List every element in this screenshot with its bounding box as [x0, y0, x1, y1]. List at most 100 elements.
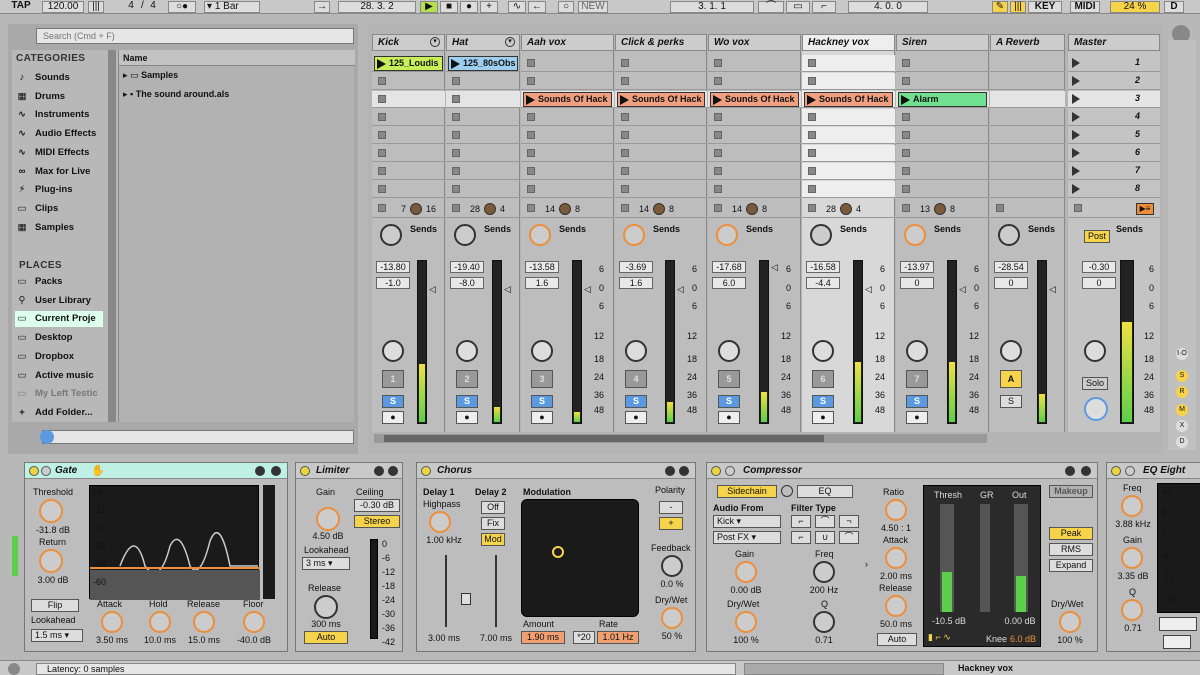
keys-icon[interactable]: ||| — [1010, 1, 1026, 13]
track-activator-button[interactable]: 3 — [531, 370, 553, 388]
lookahead-select[interactable]: 1.5 ms ▾ — [31, 629, 83, 642]
solo-button[interactable]: S — [456, 395, 478, 408]
clip-slot[interactable]: Sounds Of Hack — [615, 91, 707, 108]
solo-button[interactable]: S — [718, 395, 740, 408]
sidebar-item-samples[interactable]: ▦ Samples — [15, 220, 75, 236]
eq-display[interactable] — [1157, 483, 1200, 613]
scene-play-icon[interactable] — [1072, 166, 1080, 176]
pan-knob[interactable] — [812, 340, 834, 362]
session-scrollbar[interactable] — [374, 434, 987, 443]
monitor-icon[interactable] — [746, 203, 758, 215]
clip-slot[interactable] — [802, 181, 895, 198]
clip-stop-button[interactable] — [714, 185, 722, 193]
stop-button[interactable] — [714, 204, 722, 212]
clip-slot[interactable] — [990, 145, 1065, 162]
clip-stop-button[interactable] — [902, 77, 910, 85]
sc-gain-knob[interactable] — [735, 561, 757, 583]
floor-value[interactable]: -40.0 dB — [231, 635, 277, 645]
freq-knob[interactable] — [1121, 495, 1143, 517]
arm-button[interactable]: ● — [531, 411, 553, 424]
thresh-value[interactable]: -10.5 dB — [924, 616, 974, 626]
clip-stop-button[interactable] — [808, 77, 816, 85]
clip-stop-button[interactable] — [808, 167, 816, 175]
hold-value[interactable]: 10.0 ms — [137, 635, 183, 645]
clip[interactable]: Sounds Of Hack — [617, 92, 705, 107]
clip-slot[interactable] — [372, 163, 445, 180]
pan-knob[interactable] — [906, 340, 928, 362]
sidebar-item-audio-effects[interactable]: ∿ Audio Effects — [15, 126, 96, 142]
clip-stop-button[interactable] — [621, 131, 629, 139]
clip-slot[interactable] — [990, 127, 1065, 144]
hot-swap-icon[interactable] — [1065, 466, 1075, 476]
clip-stop-button[interactable] — [378, 149, 386, 157]
freq-value[interactable]: 3.88 kHz — [1107, 519, 1159, 529]
follow-icon[interactable]: → — [314, 1, 330, 13]
clip-slot[interactable]: 125_Loudis — [372, 55, 445, 72]
track-menu-icon[interactable]: ▾ — [430, 37, 440, 47]
clip-slot[interactable] — [802, 55, 895, 72]
clip-stop-button[interactable] — [714, 131, 722, 139]
solo-button[interactable]: S — [906, 395, 928, 408]
clip-slot[interactable] — [372, 127, 445, 144]
scene-play-icon[interactable] — [1072, 148, 1080, 158]
track-title[interactable]: Click & perks — [615, 34, 707, 51]
stop-icon[interactable]: ■ — [440, 1, 458, 13]
q-value[interactable]: 0.71 — [1107, 623, 1159, 633]
hold-knob[interactable] — [149, 611, 171, 633]
track-activator-button[interactable]: 7 — [906, 370, 928, 388]
sidebar-item-current-project[interactable]: ▭ Current Proje — [15, 311, 103, 328]
loop-length-field[interactable]: 4. 0. 0 — [848, 1, 928, 13]
post-button[interactable]: Post — [1084, 230, 1110, 243]
clip[interactable]: Sounds Of Hack — [523, 92, 612, 107]
save-preset-icon[interactable] — [271, 466, 281, 476]
clip-slot[interactable] — [372, 145, 445, 162]
clip-slot[interactable] — [990, 55, 1065, 72]
arm-button[interactable]: ● — [812, 411, 834, 424]
pan-value[interactable]: 6.0 — [712, 277, 746, 289]
scene-play-icon[interactable] — [1072, 94, 1080, 104]
send-knob[interactable] — [623, 224, 645, 246]
monitor-icon[interactable] — [840, 203, 852, 215]
scene-play-icon[interactable] — [1072, 130, 1080, 140]
clip-slot[interactable] — [446, 91, 520, 108]
stop-button[interactable] — [621, 204, 629, 212]
clip-slot[interactable] — [615, 163, 707, 180]
clip-slot[interactable]: Sounds Of Hack — [708, 91, 801, 108]
sidebar-item-desktop[interactable]: ▭ Desktop — [15, 330, 73, 346]
pan-knob[interactable] — [382, 340, 404, 362]
polarity-minus-button[interactable]: - — [659, 501, 683, 514]
tap-button[interactable]: TAP — [8, 1, 34, 13]
gain-value[interactable]: 4.50 dB — [304, 531, 352, 541]
draw-mode-icon[interactable]: ✎ — [992, 1, 1008, 13]
clip-stop-button[interactable] — [527, 59, 535, 67]
drywet-knob[interactable] — [661, 607, 683, 629]
clip-slot[interactable] — [372, 73, 445, 90]
sends-toggle-icon[interactable]: S — [1176, 370, 1188, 382]
xy-handle[interactable] — [552, 546, 564, 558]
sidebar-item-packs[interactable]: ▭ Packs — [15, 274, 63, 290]
clip-stop-button[interactable] — [808, 185, 816, 193]
master-volume-value[interactable]: -0.30 — [1082, 261, 1116, 273]
q-knob[interactable] — [1121, 599, 1143, 621]
crossfade-icon[interactable]: ▶≡ — [1136, 203, 1154, 215]
fold-icon[interactable] — [725, 466, 735, 476]
preview-bar[interactable] — [42, 430, 354, 444]
pan-knob[interactable] — [531, 340, 553, 362]
automation-icon[interactable]: ∿ — [508, 1, 526, 13]
auto-release-button[interactable]: Auto — [877, 633, 917, 646]
clip-slot[interactable] — [896, 127, 989, 144]
clip-slot[interactable] — [896, 145, 989, 162]
clip-slot[interactable] — [708, 127, 801, 144]
rate-value[interactable]: 1.01 Hz — [597, 631, 639, 644]
device-on-icon[interactable] — [421, 466, 431, 476]
filter-highpass-button[interactable]: ¬ — [839, 515, 859, 528]
arm-button[interactable]: ● — [456, 411, 478, 424]
track-menu-icon[interactable]: ▾ — [505, 37, 515, 47]
delay2-fix-button[interactable]: Fix — [481, 517, 505, 530]
send-knob[interactable] — [380, 224, 402, 246]
volume-value[interactable]: -28.54 — [994, 261, 1028, 273]
send-knob[interactable] — [904, 224, 926, 246]
send-knob[interactable] — [810, 224, 832, 246]
sidebar-item-max-for-live[interactable]: ∞ Max for Live — [15, 164, 91, 180]
list-item[interactable]: ▸ ▪ The sound around.als — [123, 89, 229, 100]
